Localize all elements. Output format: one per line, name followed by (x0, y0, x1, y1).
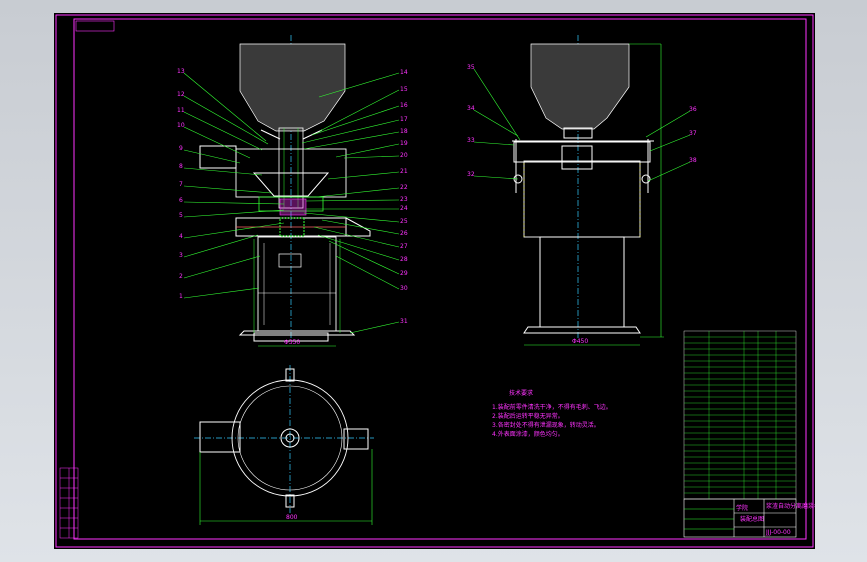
svg-text:装配总图: 装配总图 (740, 515, 764, 523)
svg-text:2.装配后运转平稳无异常。: 2.装配后运转平稳无异常。 (492, 412, 564, 420)
svg-text:10: 10 (177, 122, 185, 129)
motor-housing (257, 236, 337, 332)
svg-text:3.各密封处不得有泄漏现象，转动灵活。: 3.各密封处不得有泄漏现象，转动灵活。 (492, 421, 600, 429)
svg-text:800: 800 (286, 514, 298, 521)
side-base (539, 236, 625, 328)
svg-text:33: 33 (467, 137, 475, 144)
corner-box (75, 20, 115, 32)
svg-text:4.外表面涂漆，颜色均匀。: 4.外表面涂漆，颜色均匀。 (492, 430, 564, 438)
svg-text:13: 13 (177, 68, 185, 75)
cad-drawing: Φ350 13 12 11 10 9 8 7 6 5 4 3 2 1 14 15… (55, 14, 815, 548)
svg-text:23: 23 (400, 196, 408, 203)
side-body (523, 160, 641, 238)
svg-text:1.装配前零件清洗干净，不得有毛刺、飞边。: 1.装配前零件清洗干净，不得有毛刺、飞边。 (492, 403, 612, 411)
svg-text:27: 27 (400, 243, 408, 250)
svg-text:26: 26 (400, 230, 408, 237)
svg-text:28: 28 (400, 256, 408, 263)
svg-text:14: 14 (400, 69, 408, 76)
svg-text:24: 24 (400, 205, 408, 212)
svg-text:4: 4 (179, 233, 183, 240)
front-labels-left: 13 12 11 10 9 8 7 6 5 4 3 2 1 (177, 68, 185, 300)
svg-text:浆渣自动分离磨浆机: 浆渣自动分离磨浆机 (766, 502, 815, 510)
svg-text:技术要求: 技术要求 (509, 389, 533, 397)
front-labels-right: 14 15 16 17 18 19 20 21 22 23 24 25 26 2… (400, 69, 408, 325)
revision-block (59, 467, 79, 539)
side-upper-band (513, 141, 651, 163)
drawing-sheet[interactable]: Φ350 13 12 11 10 9 8 7 6 5 4 3 2 1 14 15… (54, 13, 815, 549)
svg-text:8: 8 (179, 163, 183, 170)
svg-text:17: 17 (400, 116, 408, 123)
side-motor-box (561, 145, 593, 170)
svg-text:35: 35 (467, 64, 475, 71)
svg-text:2: 2 (179, 273, 183, 280)
side-view: Φ450 (512, 35, 664, 346)
svg-text:21: 21 (400, 168, 408, 175)
svg-text:12: 12 (177, 91, 185, 98)
outlet-left (199, 145, 237, 169)
grinding-disc (279, 198, 307, 216)
plan-outlet-left (199, 421, 241, 453)
svg-text:11: 11 (177, 107, 185, 114)
svg-text:38: 38 (689, 157, 697, 164)
svg-text:1: 1 (179, 293, 183, 300)
plan-view: 800 (194, 365, 374, 525)
svg-text:7: 7 (179, 181, 183, 188)
svg-text:学院: 学院 (736, 504, 748, 512)
svg-text:36: 36 (689, 106, 697, 113)
svg-text:Φ450: Φ450 (572, 338, 588, 345)
svg-text:22: 22 (400, 184, 408, 191)
hopper (239, 43, 346, 132)
svg-text:16: 16 (400, 102, 408, 109)
svg-text:32: 32 (467, 171, 475, 178)
svg-text:34: 34 (467, 105, 475, 112)
svg-text:29: 29 (400, 270, 408, 277)
svg-text:6: 6 (179, 197, 183, 204)
svg-text:19: 19 (400, 140, 408, 147)
svg-text:Φ350: Φ350 (284, 339, 300, 346)
svg-text:18: 18 (400, 128, 408, 135)
svg-text:3: 3 (179, 252, 183, 259)
side-hopper (530, 43, 630, 130)
technical-notes: 技术要求 1.装配前零件清洗干净，不得有毛刺、飞边。 2.装配后运转平稳无异常。… (492, 389, 612, 438)
svg-text:30: 30 (400, 285, 408, 292)
parts-list (683, 330, 797, 500)
svg-text:JJJ-00-00: JJJ-00-00 (765, 529, 791, 536)
svg-text:37: 37 (689, 130, 697, 137)
svg-text:25: 25 (400, 218, 408, 225)
svg-text:5: 5 (179, 212, 183, 219)
svg-text:20: 20 (400, 152, 408, 159)
svg-text:9: 9 (179, 145, 183, 152)
outer-border (55, 14, 814, 548)
front-view: Φ350 (199, 35, 371, 347)
svg-text:15: 15 (400, 86, 408, 93)
svg-text:31: 31 (400, 318, 408, 325)
